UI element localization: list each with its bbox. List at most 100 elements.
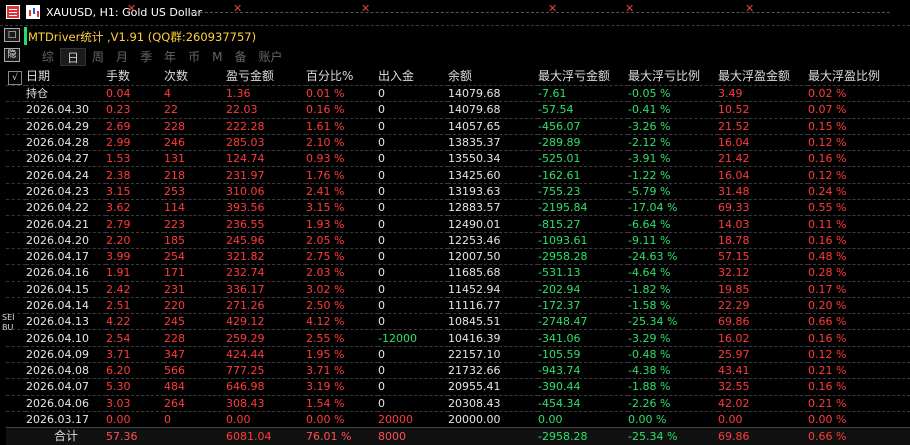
total-percent: 76.01 % — [306, 428, 378, 445]
cell-date: 2026.04.29 — [26, 118, 106, 134]
total-max-runup-pct: 0.66 % — [808, 428, 910, 445]
cell-max-drawdown: -202.94 — [538, 281, 628, 297]
cell-date: 2026.04.21 — [26, 216, 106, 232]
tab-notes[interactable]: 备 — [228, 48, 252, 66]
cell-trades: 0 — [164, 411, 226, 427]
cell-balance: 13193.63 — [448, 183, 538, 199]
table-row[interactable]: 2026.04.142.51220271.262.50 %011116.77-1… — [6, 297, 910, 313]
cell-deposit: 0 — [378, 232, 448, 248]
table-row[interactable]: 2026.04.161.91171232.742.03 %011685.68-5… — [6, 265, 910, 281]
tab-magic[interactable]: M — [206, 48, 228, 66]
cell-date: 2026.04.16 — [26, 265, 106, 281]
total-label: 合计 — [26, 428, 106, 445]
table-row[interactable]: 2026.04.223.62114393.563.15 %012883.57-2… — [6, 200, 910, 216]
table-row[interactable]: 2026.04.233.15253310.062.41 %013193.63-7… — [6, 183, 910, 199]
cell-profit: 232.74 — [226, 265, 306, 281]
tab-overview[interactable]: 综 — [36, 48, 60, 66]
table-row[interactable]: 2026.04.102.54228259.292.55 %-1200010416… — [6, 330, 910, 346]
cell-max-runup: 16.04 — [718, 134, 808, 150]
tab-month[interactable]: 月 — [110, 48, 134, 66]
select-all-checkbox[interactable]: √ — [6, 68, 26, 86]
cell-lots: 2.99 — [106, 134, 164, 150]
col-header-deposit[interactable]: 出入金 — [378, 68, 448, 86]
table-row[interactable]: 2026.04.202.20185245.962.05 %012253.46-1… — [6, 232, 910, 248]
col-header-max-runup-pct[interactable]: 最大浮盈比例 — [808, 68, 910, 86]
tab-day[interactable]: 日 — [60, 48, 86, 66]
cell-date: 2026.04.06 — [26, 395, 106, 411]
col-header-max-drawdown-pct[interactable]: 最大浮亏比例 — [628, 68, 718, 86]
cell-lots: 2.42 — [106, 281, 164, 297]
cell-trades: 254 — [164, 248, 226, 264]
table-row[interactable]: 持仓0.0441.360.01 %014079.68-7.61-0.05 %3.… — [6, 86, 910, 102]
col-header-percent[interactable]: 百分比% — [306, 68, 378, 86]
cell-max-runup: 32.12 — [718, 265, 808, 281]
cell-lots: 3.03 — [106, 395, 164, 411]
col-header-trades[interactable]: 次数 — [164, 68, 226, 86]
cell-max-drawdown: -2748.47 — [538, 314, 628, 330]
marker-icon: ✕ — [361, 4, 371, 14]
cell-deposit: 20000 — [378, 411, 448, 427]
table-row[interactable]: 2026.04.086.20566777.253.71 %021732.66-9… — [6, 363, 910, 379]
table-row[interactable]: 2026.04.212.79223236.551.93 %012490.01-8… — [6, 216, 910, 232]
cell-deposit: 0 — [378, 248, 448, 264]
panel-accent-bar — [24, 27, 27, 45]
cell-max-drawdown-pct: -0.05 % — [628, 86, 718, 102]
minimize-panel-button[interactable]: □ — [4, 28, 20, 42]
tab-currency[interactable]: 币 — [182, 48, 206, 66]
cell-deposit: 0 — [378, 379, 448, 395]
period-tabs: 综 日 周 月 季 年 币 M 备 账户 — [36, 48, 289, 66]
table-row[interactable]: 2026.04.075.30484646.983.19 %020955.41-3… — [6, 379, 910, 395]
cell-max-drawdown: -2195.84 — [538, 200, 628, 216]
grid-menu-icon[interactable] — [6, 5, 20, 19]
checkbox-icon[interactable]: √ — [8, 71, 22, 85]
col-header-max-runup[interactable]: 最大浮盈金额 — [718, 68, 808, 86]
col-header-date[interactable]: 日期 — [26, 68, 106, 86]
cell-deposit: 0 — [378, 183, 448, 199]
table-row[interactable]: 2026.04.152.42231336.173.02 %011452.94-2… — [6, 281, 910, 297]
cell-max-drawdown-pct: -4.64 % — [628, 265, 718, 281]
cell-lots: 2.51 — [106, 297, 164, 313]
cell-balance: 13550.34 — [448, 151, 538, 167]
cell-deposit: 0 — [378, 86, 448, 102]
table-row[interactable]: 2026.03.170.0000.000.00 %2000020000.000.… — [6, 411, 910, 427]
col-header-max-drawdown[interactable]: 最大浮亏金额 — [538, 68, 628, 86]
cell-percent: 2.41 % — [306, 183, 378, 199]
cell-max-runup-pct: 0.11 % — [808, 216, 910, 232]
table-row[interactable]: 2026.04.173.99254321.822.75 %012007.50-2… — [6, 248, 910, 264]
table-row[interactable]: 2026.04.093.71347424.441.95 %022157.10-1… — [6, 346, 910, 362]
table-row[interactable]: 2026.04.282.99246285.032.10 %013835.37-2… — [6, 134, 910, 150]
cell-max-runup: 22.29 — [718, 297, 808, 313]
table-row[interactable]: 2026.04.134.22245429.124.12 %010845.51-2… — [6, 314, 910, 330]
cell-max-drawdown-pct: -1.82 % — [628, 281, 718, 297]
cell-max-runup: 25.97 — [718, 346, 808, 362]
chart-icon[interactable] — [26, 5, 40, 19]
col-header-lots[interactable]: 手数 — [106, 68, 164, 86]
total-deposit: 8000 — [378, 428, 448, 445]
cell-percent: 2.10 % — [306, 134, 378, 150]
col-header-balance[interactable]: 余额 — [448, 68, 538, 86]
tab-account[interactable]: 账户 — [252, 48, 288, 66]
table-row[interactable]: 2026.04.300.232222.030.16 %014079.68-57.… — [6, 102, 910, 118]
cell-date: 2026.04.24 — [26, 167, 106, 183]
tab-year[interactable]: 年 — [158, 48, 182, 66]
cell-profit: 231.97 — [226, 167, 306, 183]
cell-profit: 393.56 — [226, 200, 306, 216]
table-row[interactable]: 2026.04.271.53131124.740.93 %013550.34-5… — [6, 151, 910, 167]
col-header-profit[interactable]: 盈亏金额 — [226, 68, 306, 86]
table-row[interactable]: 2026.04.242.38218231.971.76 %013425.60-1… — [6, 167, 910, 183]
row-spacer — [6, 183, 26, 199]
table-row[interactable]: 2026.04.292.69228222.281.61 %014057.65-4… — [6, 118, 910, 134]
tab-week[interactable]: 周 — [86, 48, 110, 66]
cell-percent: 1.76 % — [306, 167, 378, 183]
cell-trades: 220 — [164, 297, 226, 313]
cell-max-drawdown: -531.13 — [538, 265, 628, 281]
cell-max-runup-pct: 0.16 % — [808, 379, 910, 395]
cell-date: 2026.04.14 — [26, 297, 106, 313]
cell-max-runup: 18.78 — [718, 232, 808, 248]
tab-quarter[interactable]: 季 — [134, 48, 158, 66]
hide-panel-button[interactable]: 隐 — [4, 48, 20, 62]
cell-trades: 114 — [164, 200, 226, 216]
cell-max-drawdown-pct: 0.00 % — [628, 411, 718, 427]
table-row[interactable]: 2026.04.063.03264308.431.54 %020308.43-4… — [6, 395, 910, 411]
row-spacer — [6, 265, 26, 281]
